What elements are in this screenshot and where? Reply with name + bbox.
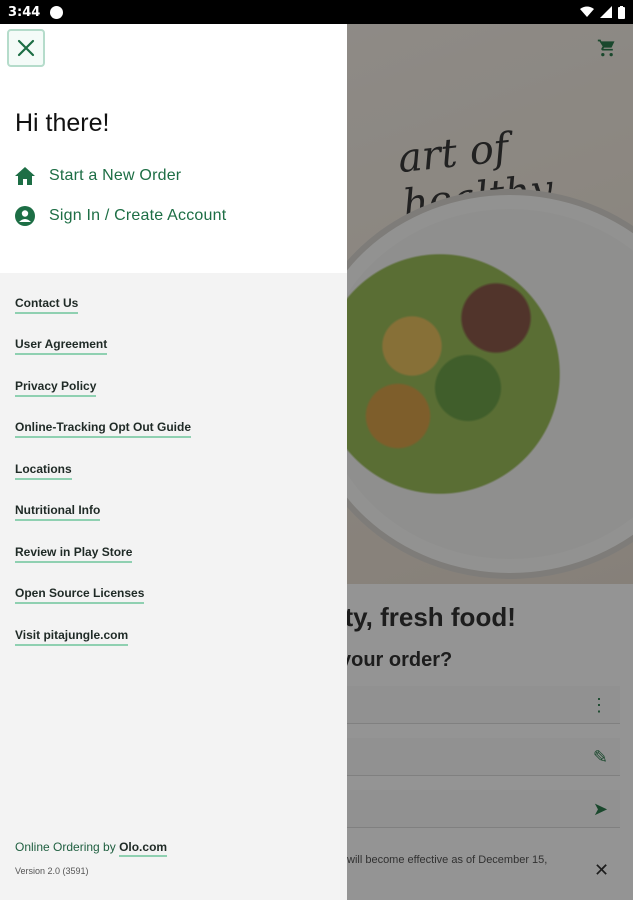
menu-item-label: Sign In / Create Account (49, 207, 227, 224)
menu-item-label: Start a New Order (49, 167, 182, 184)
greeting-title: Hi there! (15, 109, 110, 137)
account-icon (15, 206, 35, 226)
menu-item-sign-in[interactable]: Sign In / Create Account (15, 206, 226, 226)
footer-prefix: Online Ordering by (15, 840, 116, 854)
link-user-agreement[interactable]: User Agreement (15, 337, 108, 355)
signal-icon (600, 6, 612, 18)
link-locations[interactable]: Locations (15, 462, 72, 480)
link-visit-website[interactable]: Visit pitajungle.com (15, 628, 129, 646)
app-version: Version 2.0 (3591) (15, 866, 89, 876)
link-nutritional-info[interactable]: Nutritional Info (15, 503, 101, 521)
status-bar: 3:44 (0, 0, 633, 24)
close-icon (17, 39, 35, 57)
footer-credit: Online Ordering by Olo.com (15, 840, 168, 857)
battery-icon (618, 5, 625, 19)
link-privacy-policy[interactable]: Privacy Policy (15, 379, 97, 397)
navigation-drawer: Hi there! Start a New Order Sign In / Cr… (0, 24, 347, 900)
status-icons (580, 5, 625, 19)
app-notification-icon (50, 5, 64, 19)
home-icon (15, 167, 35, 185)
link-contact-us[interactable]: Contact Us (15, 296, 79, 314)
close-drawer-button[interactable] (7, 29, 45, 67)
status-time: 3:44 (8, 4, 41, 20)
drawer-header: Hi there! Start a New Order Sign In / Cr… (0, 24, 347, 273)
wifi-icon (580, 6, 594, 17)
link-tracking-opt-out[interactable]: Online-Tracking Opt Out Guide (15, 420, 192, 438)
link-review-play-store[interactable]: Review in Play Store (15, 545, 133, 563)
menu-item-start-order[interactable]: Start a New Order (15, 167, 181, 185)
link-open-source-licenses[interactable]: Open Source Licenses (15, 586, 145, 604)
olo-link[interactable]: Olo.com (119, 840, 168, 857)
